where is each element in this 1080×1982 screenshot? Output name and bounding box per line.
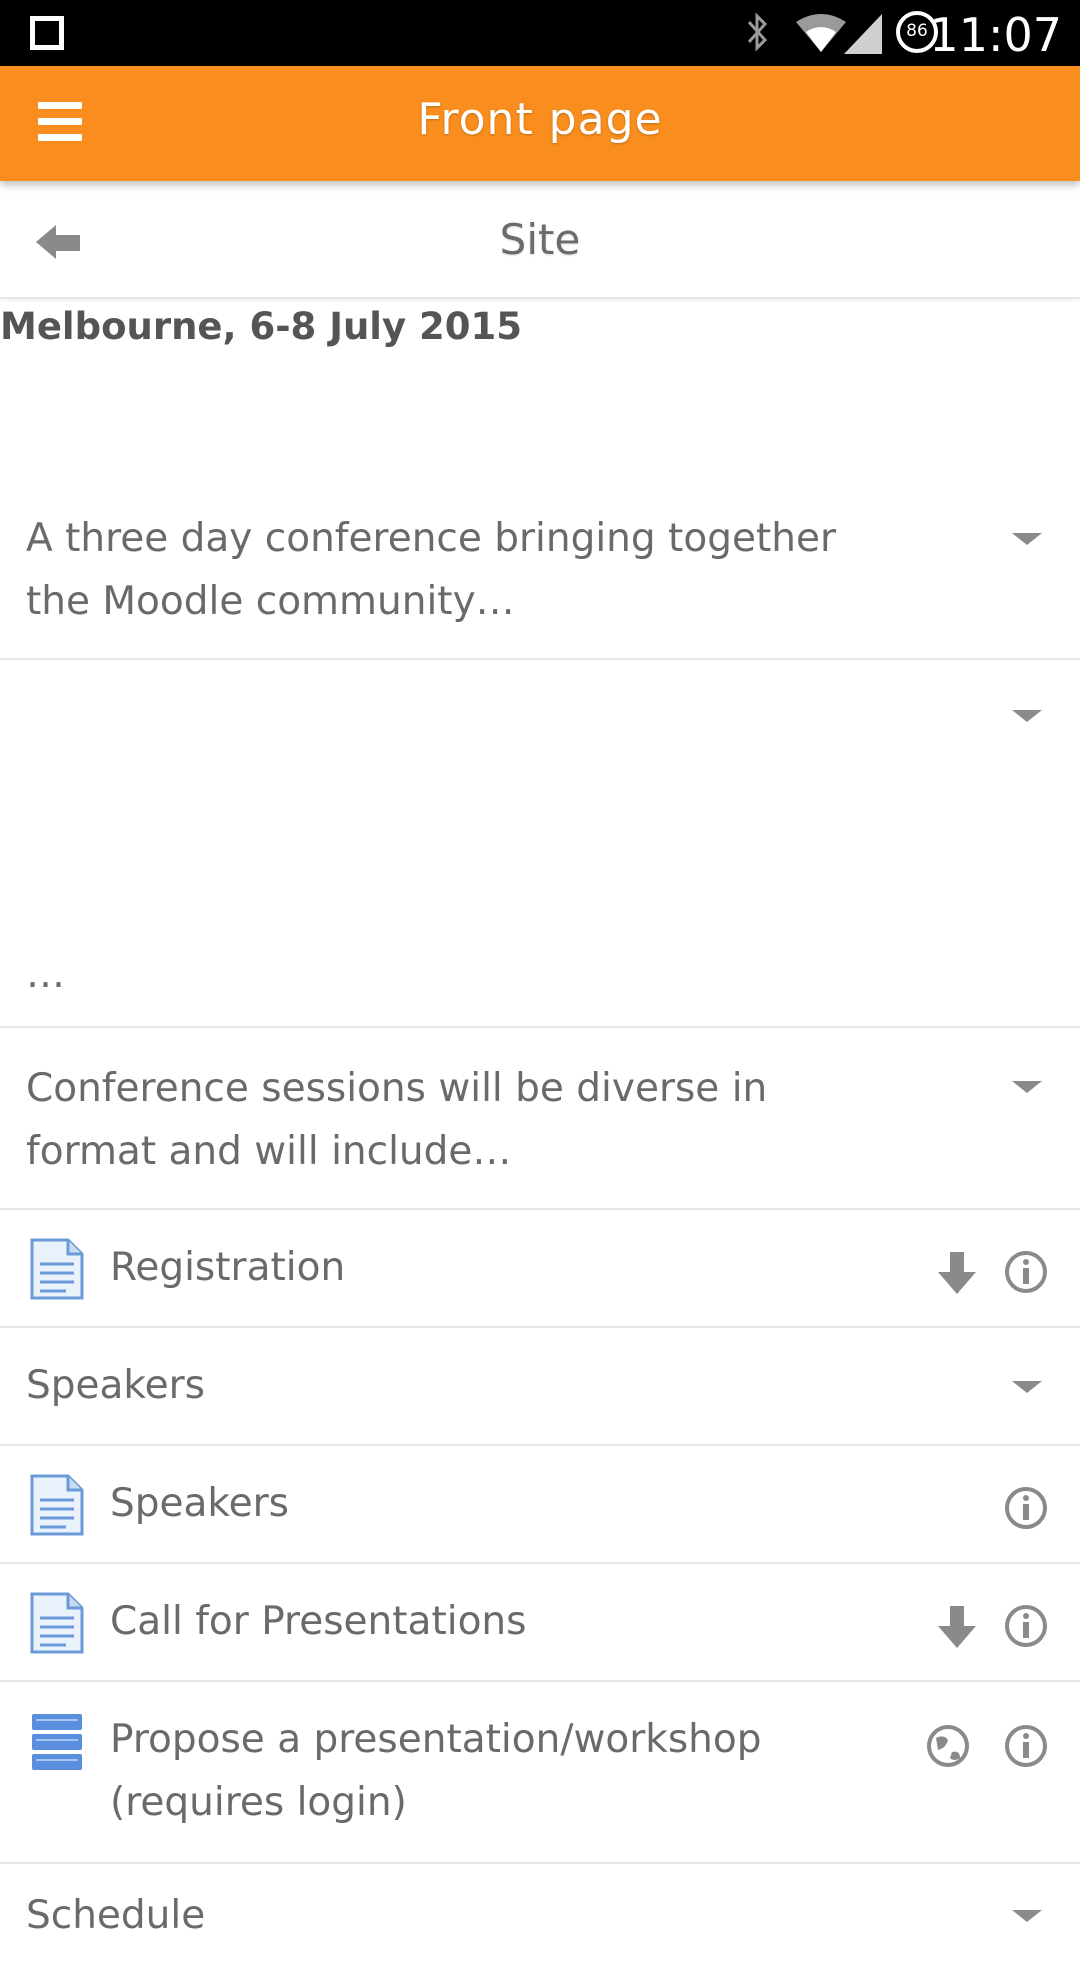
page-icon xyxy=(30,1474,84,1536)
summary-3-line-1: Conference sessions will be diverse in xyxy=(26,1066,768,1111)
list-item-summary-3[interactable]: Conference sessions will be diverse in f… xyxy=(0,1028,1080,1210)
list-item-summary-1[interactable]: A three day conference bringing together… xyxy=(0,478,1080,660)
info-icon[interactable] xyxy=(1004,1724,1048,1768)
list-item-speakers-section[interactable]: Speakers xyxy=(0,1328,1080,1446)
section-title: Site xyxy=(499,215,581,264)
download-icon[interactable] xyxy=(934,1250,980,1296)
section-header: Site xyxy=(0,181,1080,299)
summary-2-text: … xyxy=(26,952,65,997)
schedule-label: Schedule xyxy=(26,1893,206,1938)
speakers-item-label: Speakers xyxy=(110,1481,289,1526)
info-icon[interactable] xyxy=(1004,1604,1048,1648)
page-icon xyxy=(30,1238,84,1300)
app-bar: Front page xyxy=(0,66,1080,181)
list-item-call-for-presentations[interactable]: Call for Presentations xyxy=(0,1564,1080,1682)
summary-1-line-2: the Moodle community… xyxy=(26,579,515,624)
bluetooth-icon xyxy=(747,12,768,52)
wifi-icon xyxy=(796,14,846,52)
chevron-down-icon[interactable] xyxy=(1012,1910,1042,1922)
globe-icon[interactable] xyxy=(926,1724,970,1768)
download-icon[interactable] xyxy=(934,1604,980,1650)
page-icon xyxy=(30,1592,84,1654)
info-icon[interactable] xyxy=(1004,1250,1048,1294)
list-item-registration[interactable]: Registration xyxy=(0,1210,1080,1328)
call-for-presentations-label: Call for Presentations xyxy=(110,1599,527,1644)
list-item-propose-presentation[interactable]: Propose a presentation/workshop (require… xyxy=(0,1682,1080,1864)
speakers-section-label: Speakers xyxy=(26,1363,205,1408)
chevron-down-icon[interactable] xyxy=(1012,1081,1042,1093)
info-icon[interactable] xyxy=(1004,1486,1048,1530)
list-item-schedule[interactable]: Schedule xyxy=(0,1864,1080,1982)
list-item-speakers[interactable]: Speakers xyxy=(0,1446,1080,1564)
signal-icon xyxy=(844,14,882,54)
list-item-summary-2[interactable]: … xyxy=(0,660,1080,1028)
summary-1-line-1: A three day conference bringing together xyxy=(26,516,836,561)
clock: 11:07 xyxy=(929,8,1062,62)
page-title: Front page xyxy=(417,94,663,145)
chevron-down-icon[interactable] xyxy=(1012,1381,1042,1393)
propose-line-1: Propose a presentation/workshop xyxy=(110,1717,762,1762)
chevron-down-icon[interactable] xyxy=(1012,533,1042,545)
database-icon xyxy=(32,1714,82,1770)
recent-apps-icon xyxy=(30,16,64,50)
status-bar: 86 11:07 xyxy=(0,0,1080,66)
summary-3-line-2: format and will include… xyxy=(26,1129,512,1174)
registration-label: Registration xyxy=(110,1245,346,1290)
chevron-down-icon[interactable] xyxy=(1012,710,1042,722)
site-heading: Melbourne, 6-8 July 2015 xyxy=(0,305,522,348)
propose-line-2: (requires login) xyxy=(110,1780,407,1825)
